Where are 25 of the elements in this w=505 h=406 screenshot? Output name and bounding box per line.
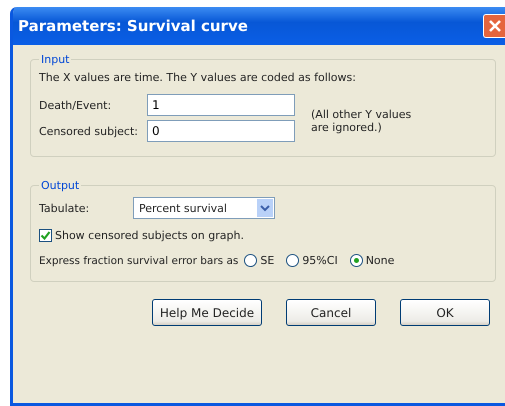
radio-button[interactable] — [286, 254, 300, 267]
input-field[interactable]: 1 — [147, 94, 295, 116]
close-icon — [488, 19, 502, 33]
dialog-button[interactable]: Help Me Decide — [152, 299, 262, 326]
close-button[interactable] — [483, 14, 505, 38]
tabulate-label: Tabulate: — [39, 202, 90, 214]
input-field[interactable]: 0 — [147, 120, 295, 142]
group-legend: Output — [39, 179, 82, 192]
window-title: Parameters: Survival curve — [18, 17, 248, 35]
field-label: Censored subject: — [39, 124, 139, 138]
field-label: Death/Event: — [39, 98, 112, 112]
radio-label[interactable]: SE — [260, 254, 274, 267]
checkbox-label[interactable]: Show censored subjects on graph. — [55, 229, 244, 242]
radio-label[interactable]: None — [366, 254, 394, 267]
radio-button[interactable] — [350, 254, 363, 267]
error-bars-label: Express fraction survival error bars as — [39, 254, 238, 266]
radio-button[interactable] — [244, 254, 258, 267]
checkbox[interactable] — [39, 229, 52, 242]
radio-label[interactable]: 95%CI — [302, 254, 338, 267]
dialog-button[interactable]: OK — [400, 299, 490, 326]
intro-text: The X values are time. The Y values are coded as follows: — [39, 71, 357, 84]
group-legend: Input — [39, 53, 72, 66]
dialog-button[interactable]: Cancel — [286, 299, 376, 326]
note-text: (All other Y values are ignored.) — [311, 108, 412, 134]
tabulate-dropdown[interactable]: Percent survival — [133, 197, 275, 219]
